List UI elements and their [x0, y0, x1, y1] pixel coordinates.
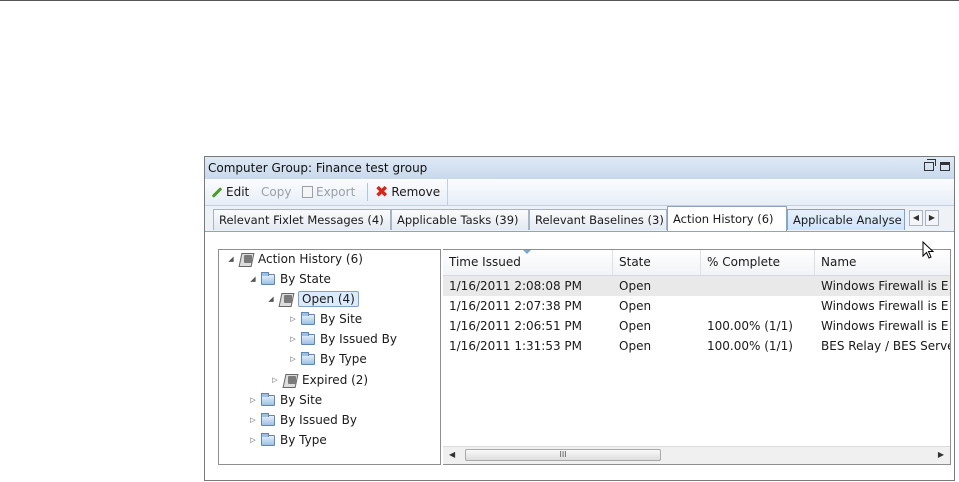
tree-node-by-state[interactable]: ◢ By State: [249, 270, 331, 288]
remove-button[interactable]: ✖ Remove: [375, 182, 440, 201]
tab-strip: Relevant Fixlet Messages (4) Applicable …: [205, 206, 954, 232]
action-icon: [283, 373, 297, 387]
tree-node-open-by-issued-by[interactable]: ▷ By Issued By: [289, 330, 397, 348]
toolbar-edge: [447, 179, 448, 205]
collapsed-arrow-icon[interactable]: ▷: [289, 315, 297, 323]
cell-percent-complete: 100.00% (1/1): [707, 319, 793, 333]
table-row[interactable]: 1/16/2011 1:31:53 PM Open 100.00% (1/1) …: [443, 336, 950, 356]
scroll-thumb[interactable]: III: [465, 449, 661, 461]
title-bar: Computer Group: Finance test group: [205, 157, 954, 180]
cell-time-issued: 1/16/2011 2:07:38 PM: [449, 299, 583, 313]
tab-action-history[interactable]: Action History (6): [667, 206, 787, 231]
tab-applicable-analyses[interactable]: Applicable Analyse: [787, 209, 905, 230]
cell-name: Windows Firewall is E: [821, 299, 949, 313]
cell-percent-complete: [701, 296, 815, 316]
export-icon: [302, 186, 313, 198]
cell-percent-complete: 100.00% (1/1): [707, 339, 793, 353]
collapsed-arrow-icon[interactable]: ▷: [249, 396, 257, 404]
table-row[interactable]: 1/16/2011 2:06:51 PM Open 100.00% (1/1) …: [443, 316, 950, 336]
cell-state: Open: [619, 339, 652, 353]
cell-name: BES Relay / BES Serve: [821, 339, 951, 353]
tab-scroll-right-icon[interactable]: ▶: [925, 210, 939, 226]
action-list-grid: Time Issued State % Complete Name 1/16/2…: [443, 249, 951, 465]
grid-header: Time Issued State % Complete Name: [443, 250, 950, 276]
action-icon: [279, 292, 293, 306]
collapsed-arrow-icon[interactable]: ▷: [271, 376, 279, 384]
scroll-right-arrow-icon[interactable]: ▶: [938, 450, 944, 459]
window-title: Computer Group: Finance test group: [208, 161, 428, 175]
computer-group-panel: Computer Group: Finance test group Edit …: [204, 156, 955, 481]
cell-state: Open: [619, 279, 652, 293]
scroll-left-arrow-icon[interactable]: ◀: [449, 450, 455, 459]
table-row[interactable]: 1/16/2011 2:08:08 PM Open Windows Firewa…: [443, 276, 950, 296]
tree-node-open[interactable]: ◢ Open (4): [267, 290, 359, 308]
pencil-icon: [211, 186, 223, 198]
tree-node-by-type[interactable]: ▷ By Type: [249, 431, 327, 449]
cell-time-issued: 1/16/2011 1:31:53 PM: [449, 339, 583, 353]
collapsed-arrow-icon[interactable]: ▷: [249, 436, 257, 444]
expanded-arrow-icon[interactable]: ◢: [249, 275, 257, 283]
cell-time-issued: 1/16/2011 2:08:08 PM: [449, 279, 583, 293]
export-button[interactable]: Export: [302, 185, 355, 199]
action-history-tree: ◢ Action History (6) ◢ By State ◢ Open (…: [218, 249, 441, 465]
tab-applicable-tasks[interactable]: Applicable Tasks (39): [391, 209, 529, 230]
toolbar: Edit Copy Export ✖ Remove: [205, 179, 954, 206]
cell-name: Windows Firewall is E: [821, 279, 949, 293]
tree-node-expired[interactable]: ▷ Expired (2): [271, 371, 368, 389]
collapsed-arrow-icon[interactable]: ▷: [289, 355, 297, 363]
folder-icon: [261, 432, 275, 446]
tree-node-open-by-site[interactable]: ▷ By Site: [289, 310, 362, 328]
folder-icon: [301, 351, 315, 365]
tree-node-by-issued-by[interactable]: ▷ By Issued By: [249, 411, 357, 429]
remove-x-icon: ✖: [375, 182, 389, 201]
cell-percent-complete: [701, 276, 815, 296]
maximize-icon[interactable]: [940, 162, 950, 171]
expanded-arrow-icon[interactable]: ◢: [227, 255, 235, 263]
expanded-arrow-icon[interactable]: ◢: [267, 295, 275, 303]
horizontal-scrollbar[interactable]: ◀ III ▶: [443, 446, 950, 464]
edit-button[interactable]: Edit: [211, 185, 249, 199]
tab-scroll-left-icon[interactable]: ◀: [909, 210, 923, 226]
tree-node-by-site[interactable]: ▷ By Site: [249, 391, 322, 409]
folder-icon: [261, 392, 275, 406]
collapsed-arrow-icon[interactable]: ▷: [249, 416, 257, 424]
tree-node-open-by-type[interactable]: ▷ By Type: [289, 350, 367, 368]
tab-relevant-fixlet-messages[interactable]: Relevant Fixlet Messages (4): [213, 209, 391, 230]
folder-icon: [261, 271, 275, 285]
action-icon: [239, 252, 253, 266]
column-header-percent-complete[interactable]: % Complete: [701, 250, 815, 275]
folder-icon: [301, 311, 315, 325]
cell-state: Open: [619, 319, 652, 333]
column-header-state[interactable]: State: [613, 250, 701, 275]
toolbar-separator: [367, 183, 368, 201]
undock-icon[interactable]: [924, 159, 936, 171]
cell-state: Open: [619, 299, 652, 313]
table-row[interactable]: 1/16/2011 2:07:38 PM Open Windows Firewa…: [443, 296, 950, 316]
top-rule: [0, 0, 959, 1]
mouse-pointer-icon: [922, 241, 934, 259]
tree-node-action-history[interactable]: ◢ Action History (6): [227, 250, 363, 268]
column-header-time-issued[interactable]: Time Issued: [443, 250, 613, 275]
cell-name: Windows Firewall is E: [821, 319, 949, 333]
folder-icon: [301, 331, 315, 345]
collapsed-arrow-icon[interactable]: ▷: [289, 335, 297, 343]
copy-button[interactable]: Copy: [261, 185, 291, 199]
tab-relevant-baselines[interactable]: Relevant Baselines (3): [529, 209, 667, 230]
folder-icon: [261, 412, 275, 426]
cell-time-issued: 1/16/2011 2:06:51 PM: [449, 319, 583, 333]
